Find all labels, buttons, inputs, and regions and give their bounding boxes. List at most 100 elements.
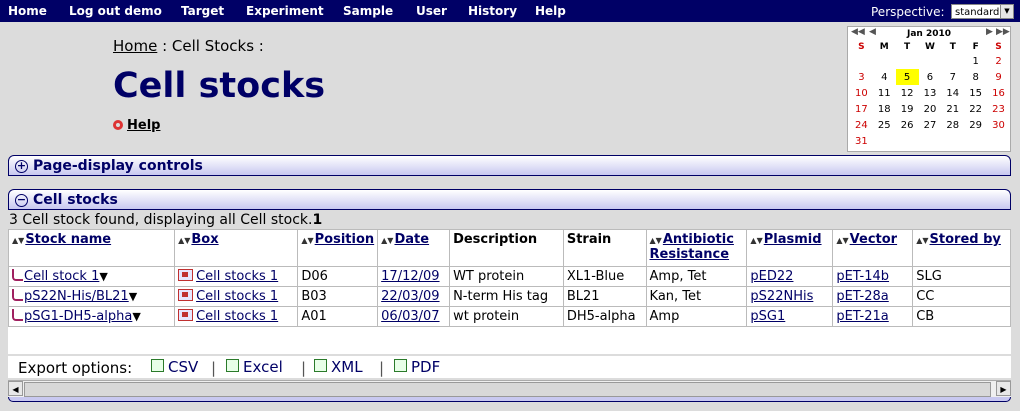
sort-link-box[interactable]: Box [191, 232, 218, 247]
calendar-day[interactable]: 15 [964, 85, 987, 101]
nav-home[interactable]: Home [8, 4, 47, 18]
calendar-day[interactable]: 25 [873, 117, 896, 133]
sort-link-antibiotic[interactable]: Antibiotic Resistance [650, 232, 734, 262]
perspective-select[interactable]: standard ▼ [951, 4, 1014, 19]
help-link-container[interactable]: Help [113, 118, 160, 133]
calendar-day[interactable]: 6 [919, 69, 942, 85]
sort-link-date[interactable]: Date [394, 232, 429, 247]
cell-link[interactable]: pET-14b [836, 269, 889, 284]
cell-link[interactable]: 06/03/07 [381, 309, 439, 324]
sort-link-position[interactable]: Position [315, 232, 375, 247]
nav-history[interactable]: History [468, 4, 517, 18]
export-pdf-button[interactable]: PDF [394, 358, 440, 376]
calendar-day[interactable]: 7 [941, 69, 964, 85]
sort-icon[interactable]: ▲▼ [12, 236, 24, 245]
sort-icon[interactable]: ▲▼ [301, 236, 313, 245]
next-month-icon[interactable]: ▶ [986, 27, 993, 37]
calendar-day[interactable]: 23 [987, 101, 1010, 117]
calendar-day[interactable]: 28 [941, 117, 964, 133]
row-menu-icon[interactable]: ▼ [99, 270, 107, 283]
help-link[interactable]: Help [127, 118, 160, 133]
cell-link[interactable]: Cell stocks 1 [196, 289, 278, 304]
results-page-number[interactable]: 1 [312, 212, 322, 228]
breadcrumb-home-link[interactable]: Home [113, 37, 157, 55]
calendar-day[interactable]: 24 [850, 117, 873, 133]
calendar-day[interactable]: 5 [895, 69, 919, 85]
column-header[interactable]: ▲▼Date [377, 229, 451, 267]
cell-link[interactable]: Cell stocks 1 [196, 269, 278, 284]
cell-stocks-panel-header[interactable]: − Cell stocks [8, 189, 1011, 210]
calendar-day[interactable]: 11 [873, 85, 896, 101]
nav-sample[interactable]: Sample [343, 4, 393, 18]
nav-logout[interactable]: Log out demo [69, 4, 162, 18]
calendar-day[interactable]: 27 [919, 117, 942, 133]
column-header[interactable]: ▲▼Position [297, 229, 379, 267]
sort-link-plasmid[interactable]: Plasmid [764, 232, 822, 247]
column-header[interactable]: ▲▼Vector [832, 229, 914, 267]
sort-icon[interactable]: ▲▼ [178, 236, 190, 245]
collapse-icon[interactable]: − [15, 194, 28, 207]
scroll-right-icon[interactable]: ▶ [996, 381, 1011, 396]
export-excel-button[interactable]: Excel [226, 358, 283, 376]
calendar-day[interactable]: 21 [941, 101, 964, 117]
cell-link[interactable]: 17/12/09 [381, 269, 439, 284]
calendar-day[interactable]: 2 [987, 53, 1010, 69]
calendar-day[interactable]: 19 [896, 101, 919, 117]
chevron-down-icon[interactable]: ▼ [1000, 5, 1013, 18]
row-menu-icon[interactable]: ▼ [129, 290, 137, 303]
calendar-day[interactable]: 30 [987, 117, 1010, 133]
scrollbar-thumb[interactable] [24, 382, 991, 397]
sort-icon[interactable]: ▲▼ [750, 236, 762, 245]
calendar-day[interactable]: 10 [850, 85, 873, 101]
calendar-day[interactable]: 31 [850, 133, 873, 149]
cell-link[interactable]: pSG1 [750, 309, 785, 324]
nav-experiment[interactable]: Experiment [246, 4, 324, 18]
calendar-day[interactable]: 22 [964, 101, 987, 117]
calendar-day[interactable]: 8 [964, 69, 987, 85]
calendar-day[interactable]: 17 [850, 101, 873, 117]
sort-icon[interactable]: ▲▼ [836, 236, 848, 245]
cell-link[interactable]: pED22 [750, 269, 793, 284]
column-header[interactable]: ▲▼Antibiotic Resistance [645, 229, 748, 267]
cell-link[interactable]: pS22NHis [750, 289, 813, 304]
sort-icon[interactable]: ▲▼ [650, 236, 662, 245]
scroll-left-icon[interactable]: ◀ [8, 381, 23, 396]
row-menu-icon[interactable]: ▼ [132, 310, 140, 323]
calendar-day[interactable]: 9 [987, 69, 1010, 85]
sort-icon[interactable]: ▲▼ [381, 236, 393, 245]
calendar-day[interactable]: 3 [850, 69, 873, 85]
cell-link[interactable]: pET-21a [836, 309, 888, 324]
cell-link[interactable]: pET-28a [836, 289, 888, 304]
calendar-day[interactable]: 20 [919, 101, 942, 117]
column-header[interactable]: ▲▼Box [174, 229, 299, 267]
nav-help[interactable]: Help [535, 4, 566, 18]
sort-link-vector[interactable]: Vector [850, 232, 897, 247]
column-header[interactable]: ▲▼Plasmid [746, 229, 834, 267]
next-year-icon[interactable]: ▶▶ [996, 27, 1010, 37]
calendar-day[interactable]: 18 [873, 101, 896, 117]
column-header[interactable]: ▲▼Stock name [8, 229, 176, 267]
horizontal-scrollbar[interactable]: ◀ ▶ [8, 380, 1011, 397]
calendar-day[interactable]: 14 [941, 85, 964, 101]
sort-icon[interactable]: ▲▼ [916, 236, 928, 245]
nav-user[interactable]: User [416, 4, 447, 18]
calendar-day[interactable]: 29 [964, 117, 987, 133]
cell-link[interactable]: Cell stocks 1 [196, 309, 278, 324]
calendar-day[interactable]: 16 [987, 85, 1010, 101]
export-xml-button[interactable]: XML [314, 358, 363, 376]
calendar-day[interactable]: 1 [964, 53, 987, 69]
expand-icon[interactable]: + [15, 160, 28, 173]
calendar-day[interactable]: 26 [896, 117, 919, 133]
sort-link-stock-name[interactable]: Stock name [25, 232, 111, 247]
calendar-day[interactable]: 13 [919, 85, 942, 101]
nav-target[interactable]: Target [181, 4, 224, 18]
cell-link[interactable]: pSG1-DH5-alpha [24, 309, 132, 324]
column-header[interactable]: ▲▼Stored by [912, 229, 1011, 267]
calendar-day[interactable]: 12 [896, 85, 919, 101]
page-display-controls-header[interactable]: + Page-display controls [8, 155, 1011, 176]
cell-link[interactable]: pS22N-His/BL21 [24, 289, 129, 304]
cell-link[interactable]: Cell stock 1 [24, 269, 99, 284]
export-csv-button[interactable]: CSV [151, 358, 198, 376]
calendar-day[interactable]: 4 [873, 69, 896, 85]
cell-link[interactable]: 22/03/09 [381, 289, 439, 304]
